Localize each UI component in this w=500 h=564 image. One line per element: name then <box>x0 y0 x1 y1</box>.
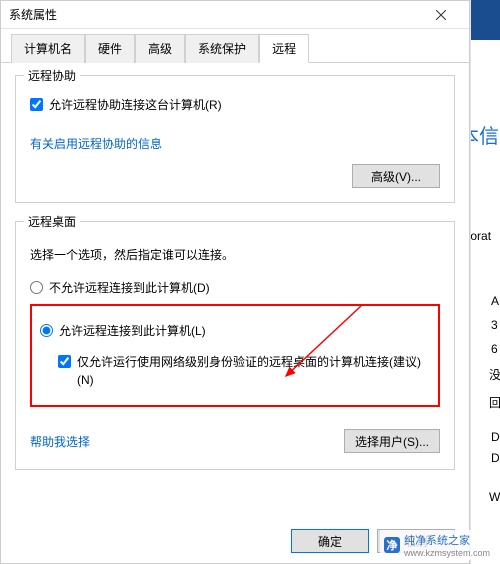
watermark-url: www.kzmsystem.com <box>404 548 490 558</box>
side-text-8: D <box>491 430 500 444</box>
side-text-7: 回 <box>489 394 500 411</box>
radio-disallow[interactable] <box>30 281 43 294</box>
side-text-9: D <box>491 451 500 465</box>
help-choose-link[interactable]: 帮助我选择 <box>30 433 90 450</box>
tab-remote[interactable]: 远程 <box>259 34 309 63</box>
highlight-box: 允许远程连接到此计算机(L) 仅允许运行使用网络级别身份验证的远程桌面的计算机连… <box>30 304 440 407</box>
allow-remote-assist-label: 允许远程协助连接这台计算机(R) <box>49 96 222 113</box>
tab-hardware[interactable]: 硬件 <box>85 34 135 63</box>
ok-button[interactable]: 确定 <box>291 529 369 553</box>
remote-assist-advanced-button[interactable]: 高级(V)... <box>352 164 440 188</box>
tab-advanced[interactable]: 高级 <box>135 34 185 63</box>
watermark-icon: 净 <box>384 537 400 553</box>
radio-allow-label: 允许远程连接到此计算机(L) <box>59 322 206 339</box>
tab-system-protection[interactable]: 系统保护 <box>185 34 259 63</box>
side-text-6: 没 <box>489 366 500 383</box>
radio-disallow-label: 不允许远程连接到此计算机(D) <box>49 279 210 296</box>
nla-label: 仅允许运行使用网络级别身份验证的远程桌面的计算机连接(建议)(N) <box>77 353 430 389</box>
tab-computer-name[interactable]: 计算机名 <box>11 34 85 63</box>
close-button[interactable] <box>421 1 461 29</box>
background-panel: 本信 orporat A 3 6 没 回 D D W <box>470 0 500 564</box>
radio-disallow-row[interactable]: 不允许远程连接到此计算机(D) <box>30 279 440 296</box>
background-header <box>471 0 500 40</box>
allow-remote-assist-row[interactable]: 允许远程协助连接这台计算机(R) <box>30 96 440 113</box>
side-text-1: 本信 <box>470 120 499 149</box>
close-icon <box>436 10 446 20</box>
side-text-3: A <box>491 294 499 308</box>
nla-row[interactable]: 仅允许运行使用网络级别身份验证的远程桌面的计算机连接(建议)(N) <box>58 353 430 389</box>
remote-desktop-title: 远程桌面 <box>24 213 80 230</box>
remote-assist-group: 远程协助 允许远程协助连接这台计算机(R) 有关启用远程协助的信息 高级(V).… <box>15 75 455 203</box>
radio-allow-row[interactable]: 允许远程连接到此计算机(L) <box>40 322 430 339</box>
allow-remote-assist-checkbox[interactable] <box>30 98 43 111</box>
select-users-button[interactable]: 选择用户(S)... <box>344 429 440 453</box>
remote-assist-title: 远程协助 <box>24 67 80 84</box>
watermark-title: 纯净系统之家 <box>404 535 470 547</box>
side-text-4: 3 <box>491 318 498 332</box>
remote-desktop-group: 远程桌面 选择一个选项，然后指定谁可以连接。 不允许远程连接到此计算机(D) 允… <box>15 221 455 470</box>
side-text-10: W <box>489 490 500 504</box>
tab-content: 远程协助 允许远程协助连接这台计算机(R) 有关启用远程协助的信息 高级(V).… <box>1 63 469 519</box>
side-text-5: 6 <box>491 342 498 356</box>
system-properties-window: 系统属性 计算机名 硬件 高级 系统保护 远程 远程协助 允许远程协助连接这台计… <box>0 0 470 564</box>
nla-checkbox[interactable] <box>58 355 71 368</box>
radio-allow[interactable] <box>40 324 53 337</box>
side-text-2: orporat <box>470 229 491 243</box>
tab-bar: 计算机名 硬件 高级 系统保护 远程 <box>1 29 469 63</box>
watermark: 净 纯净系统之家 www.kzmsystem.com <box>380 530 494 560</box>
remote-desktop-instruction: 选择一个选项，然后指定谁可以连接。 <box>30 246 440 263</box>
window-title: 系统属性 <box>9 6 421 23</box>
titlebar: 系统属性 <box>1 1 469 29</box>
remote-assist-info-link[interactable]: 有关启用远程协助的信息 <box>30 137 162 151</box>
